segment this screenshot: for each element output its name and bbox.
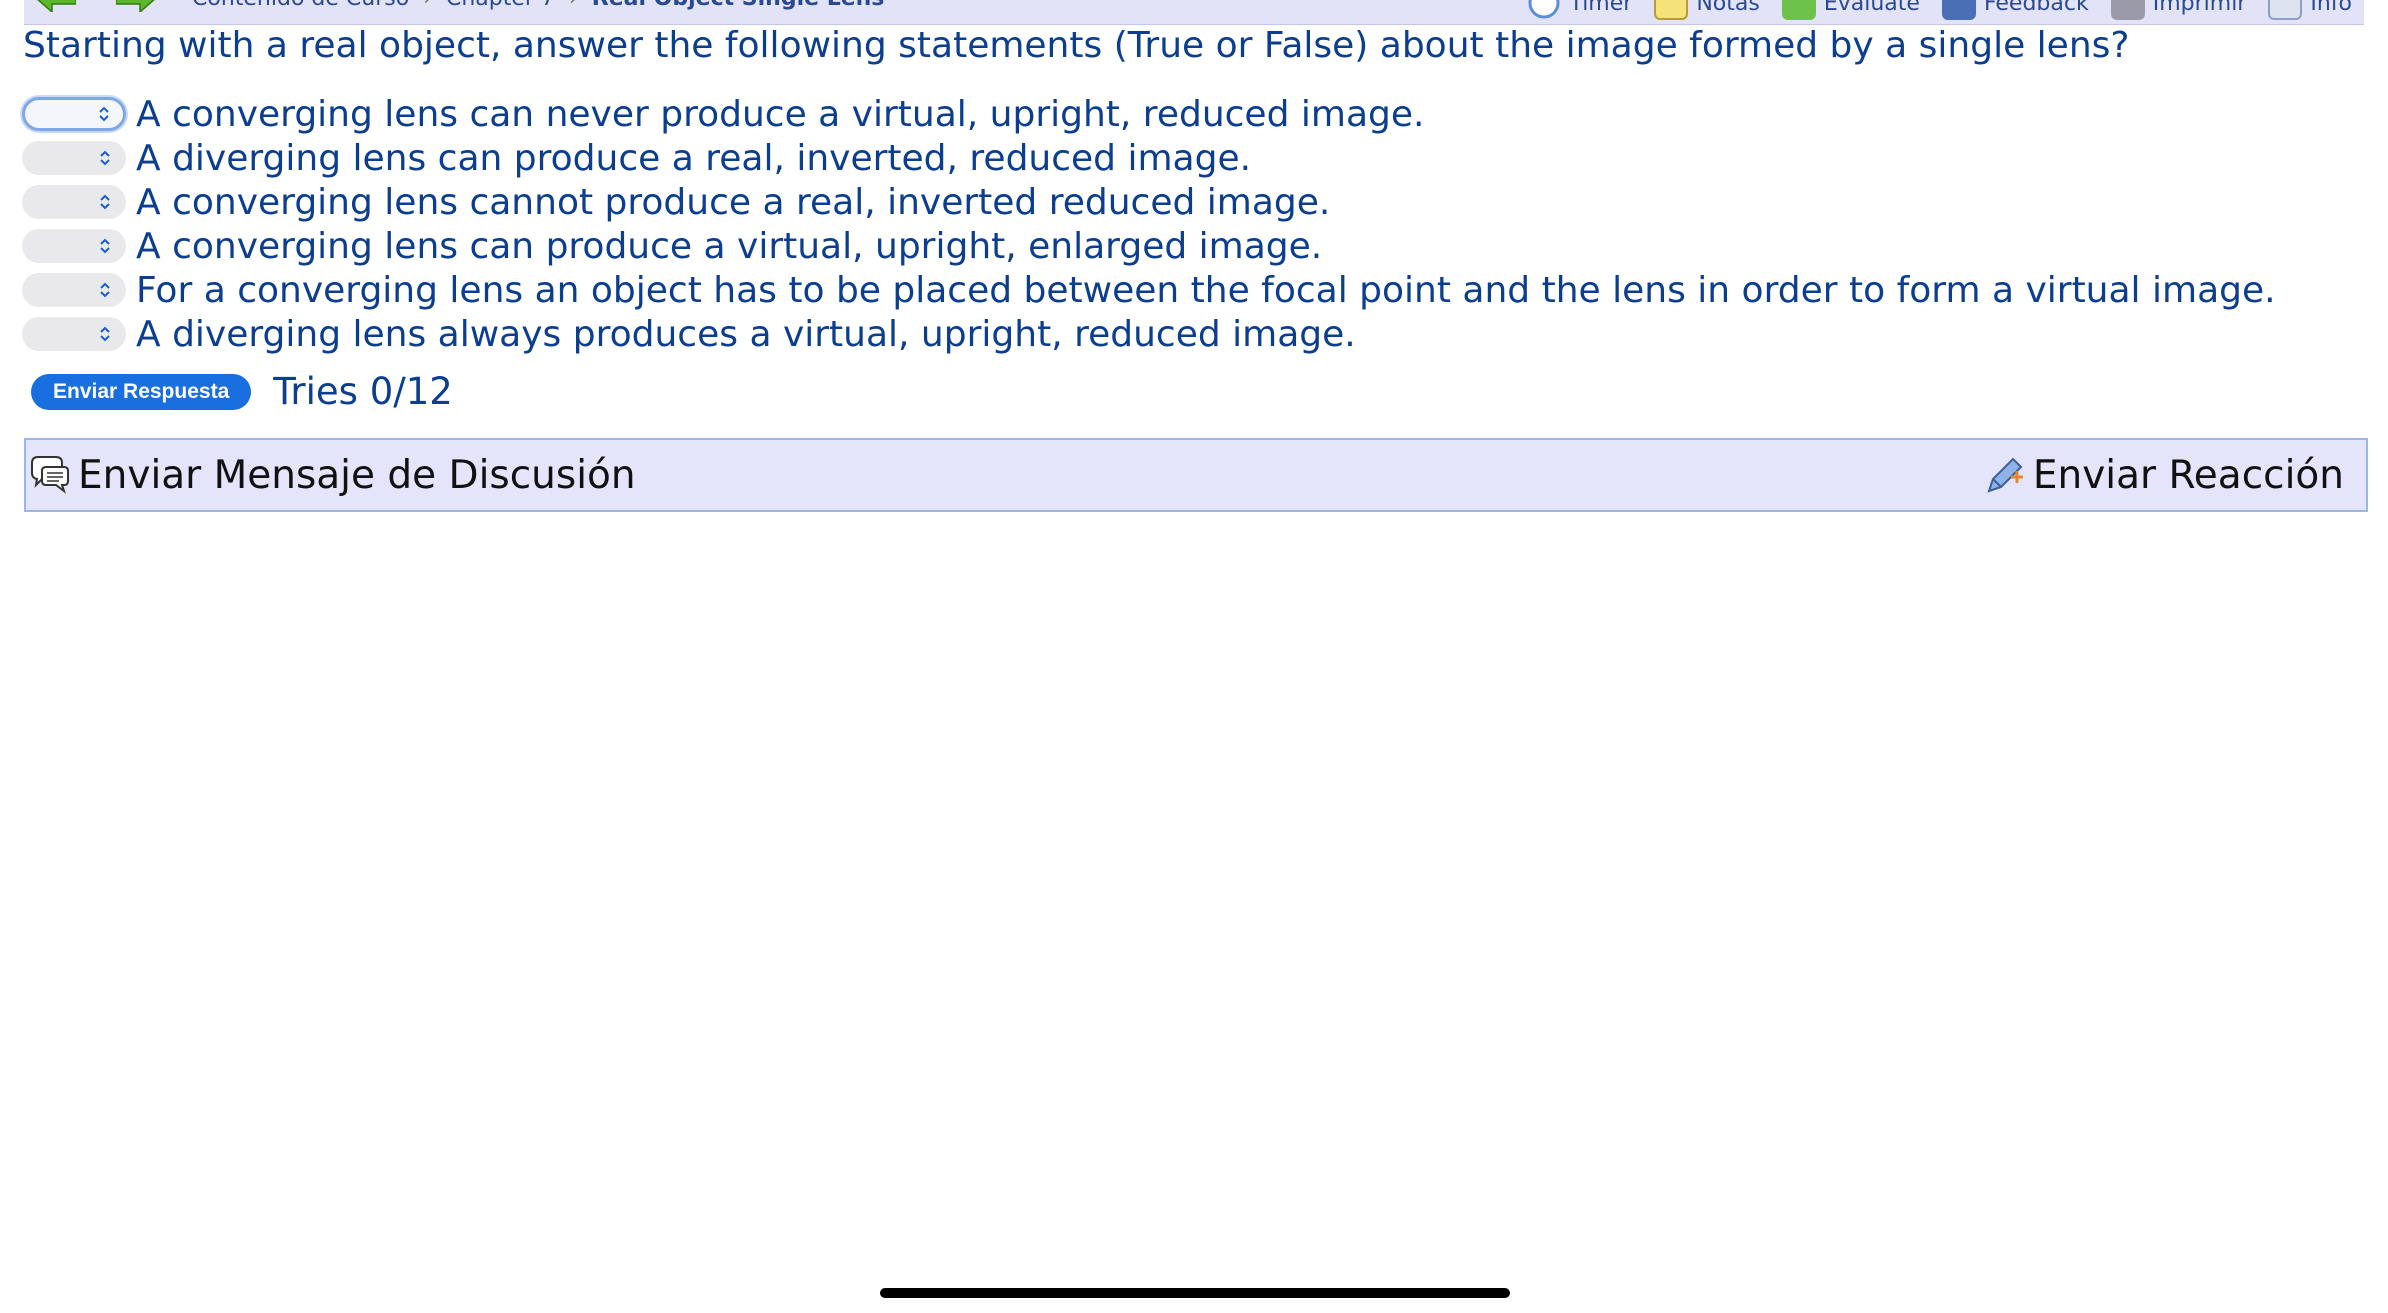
send-discussion-message-label: Enviar Mensaje de Discusión: [78, 452, 636, 498]
send-feedback-label: Enviar Reacción: [2032, 452, 2344, 498]
statement-row: A diverging lens always produces a virtu…: [22, 312, 2276, 356]
statement-text: A converging lens cannot produce a real,…: [136, 181, 1331, 223]
breadcrumb: Contenido de Curso › Chapter 7 › Real Object…: [192, 0, 884, 11]
feedback-label: Feedback: [1983, 0, 2089, 16]
info-icon: [2268, 0, 2303, 20]
statement-row: For a converging lens an object has to b…: [22, 268, 2276, 312]
timer-label: Timer: [1569, 0, 1633, 16]
clock-icon: [1528, 0, 1560, 19]
statement-row: A converging lens cannot produce a real,…: [22, 180, 2276, 224]
print-tool[interactable]: Imprimir: [2110, 0, 2247, 20]
submit-row: Enviar Respuesta Tries 0/12: [31, 370, 453, 413]
info-tool[interactable]: Info: [2268, 0, 2352, 20]
true-false-select[interactable]: [22, 97, 126, 131]
true-false-select[interactable]: [22, 317, 126, 351]
breadcrumb-chapter[interactable]: Chapter 7: [446, 0, 555, 11]
breadcrumb-course-contents[interactable]: Contenido de Curso: [192, 0, 409, 11]
tries-counter: Tries 0/12: [273, 370, 453, 413]
send-discussion-message-link[interactable]: Enviar Mensaje de Discusión: [26, 453, 636, 498]
updown-chevron-icon: [100, 282, 110, 298]
printer-icon: [2110, 0, 2145, 20]
breadcrumb-current: Real Object Single Lens: [592, 0, 885, 11]
statement-text: For a converging lens an object has to b…: [136, 269, 2276, 311]
statement-row: A converging lens can produce a virtual,…: [22, 224, 2276, 268]
home-indicator[interactable]: [880, 1288, 1510, 1298]
send-feedback-link[interactable]: Enviar Reacción: [1981, 453, 2344, 498]
back-arrow-icon[interactable]: [36, 0, 76, 12]
statement-row: A diverging lens can produce a real, inv…: [22, 136, 2276, 180]
true-false-select[interactable]: [22, 273, 126, 307]
statement-text: A diverging lens always produces a virtu…: [136, 313, 1356, 355]
evaluate-icon: [1781, 0, 1816, 20]
discussion-bar: Enviar Mensaje de Discusión Enviar Reacc…: [24, 438, 2368, 512]
updown-chevron-icon: [100, 326, 110, 342]
top-toolbar: Contenido de Curso › Chapter 7 › Real Object…: [24, 0, 2364, 25]
updown-chevron-icon: [100, 194, 110, 210]
info-label: Info: [2310, 0, 2352, 16]
print-label: Imprimir: [2152, 0, 2247, 16]
statement-list: A converging lens can never produce a vi…: [22, 92, 2276, 356]
speech-bubble-icon: [31, 456, 69, 494]
forward-arrow-icon[interactable]: [116, 0, 156, 12]
notes-icon: [1654, 0, 1689, 20]
true-false-select[interactable]: [22, 185, 126, 219]
feedback-tool[interactable]: Feedback: [1941, 0, 2089, 20]
statement-text: A converging lens can produce a virtual,…: [136, 225, 1323, 267]
question-prompt: Starting with a real object, answer the …: [23, 25, 2130, 66]
pen-feedback-icon: [1987, 457, 2023, 493]
updown-chevron-icon: [100, 150, 110, 166]
statement-row: A converging lens can never produce a vi…: [22, 92, 2276, 136]
feedback-icon: [1941, 0, 1976, 20]
notes-tool[interactable]: Notas: [1654, 0, 1760, 20]
submit-answer-button[interactable]: Enviar Respuesta: [31, 373, 252, 410]
timer-tool[interactable]: Timer: [1527, 0, 1632, 20]
updown-chevron-icon: [100, 238, 110, 254]
updown-chevron-icon: [99, 106, 109, 122]
notes-label: Notas: [1696, 0, 1760, 16]
toolbar-tools: Timer Notas Evaluate Feedback Imprimir I…: [1527, 0, 2352, 20]
statement-text: A diverging lens can produce a real, inv…: [136, 137, 1252, 179]
true-false-select[interactable]: [22, 141, 126, 175]
statement-text: A converging lens can never produce a vi…: [136, 93, 1425, 135]
breadcrumb-separator: ›: [423, 0, 432, 11]
breadcrumb-separator: ›: [569, 0, 578, 11]
true-false-select[interactable]: [22, 229, 126, 263]
evaluate-tool[interactable]: Evaluate: [1781, 0, 1920, 20]
evaluate-label: Evaluate: [1823, 0, 1920, 16]
